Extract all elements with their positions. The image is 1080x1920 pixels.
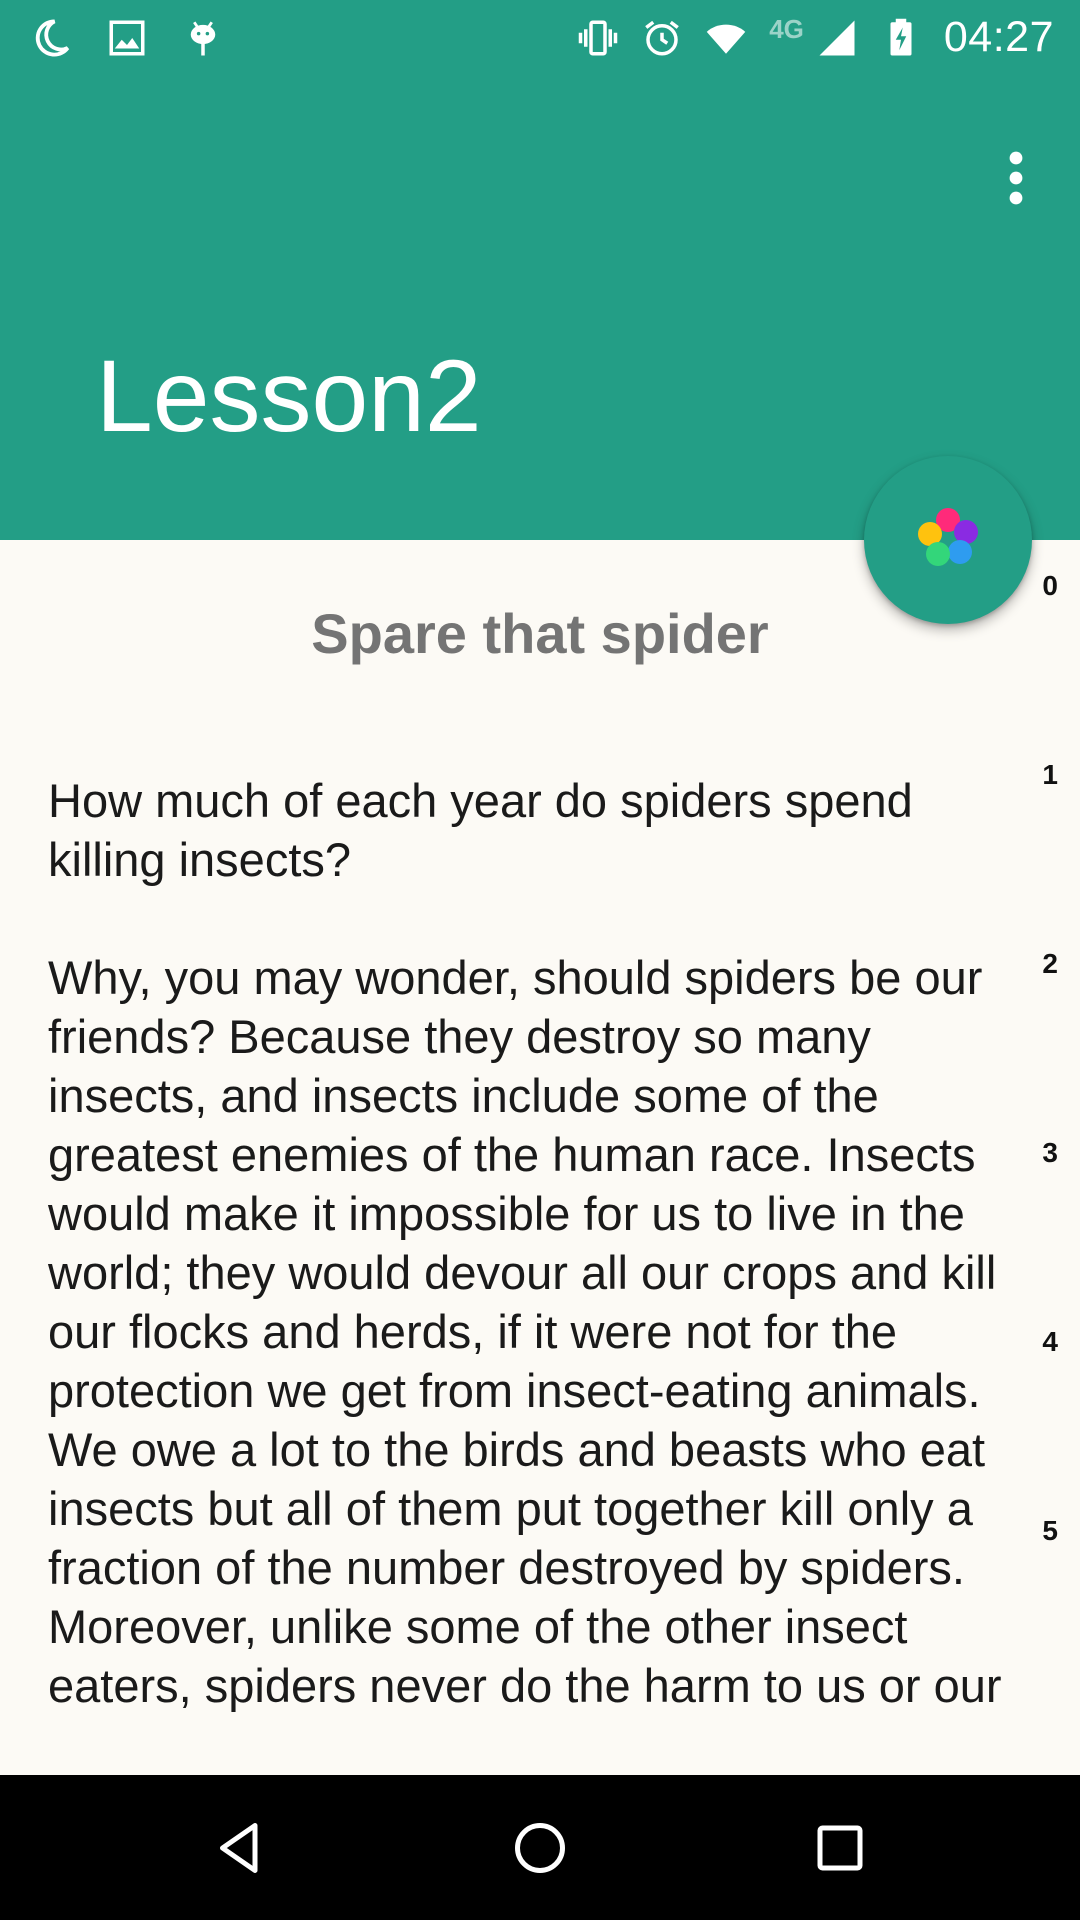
moon-icon — [30, 17, 72, 59]
back-icon — [220, 1822, 258, 1873]
home-button[interactable] — [485, 1805, 595, 1890]
more-vert-icon — [1009, 151, 1023, 205]
status-bar: 4G 04:27 — [0, 0, 1080, 75]
line-number: 0 — [1042, 570, 1058, 601]
line-number: 2 — [1042, 948, 1058, 979]
home-icon — [515, 1822, 565, 1873]
page-title: Lesson2 — [96, 339, 482, 453]
battery-charging-icon — [880, 17, 922, 59]
android-icon — [182, 17, 224, 59]
question-paragraph: How much of each year do spiders spend k… — [48, 774, 913, 886]
network-type-label: 4G — [769, 14, 804, 44]
wifi-icon — [705, 17, 747, 59]
lesson-content[interactable]: Spare that spider How much of each year … — [0, 540, 1080, 1775]
status-clock: 04:27 — [943, 13, 1054, 61]
recents-button[interactable] — [785, 1805, 895, 1890]
status-bar-right: 4G 04:27 — [577, 0, 1054, 75]
lesson-subtitle: Spare that spider — [311, 602, 769, 665]
vibrate-icon — [577, 17, 619, 59]
line-number: 1 — [1042, 759, 1058, 790]
back-button[interactable] — [185, 1805, 295, 1890]
image-icon — [106, 17, 148, 59]
line-number: 4 — [1042, 1326, 1058, 1357]
status-bar-left — [30, 0, 224, 75]
line-number: 3 — [1042, 1137, 1058, 1168]
overflow-menu-button[interactable] — [980, 133, 1052, 223]
navigation-bar — [0, 1775, 1080, 1920]
line-number: 5 — [1042, 1515, 1058, 1546]
signal-icon — [816, 17, 858, 59]
recents-icon — [817, 1825, 863, 1870]
alarm-icon — [641, 17, 683, 59]
body-paragraph: Why, you may wonder, should spiders be o… — [48, 951, 1002, 1712]
